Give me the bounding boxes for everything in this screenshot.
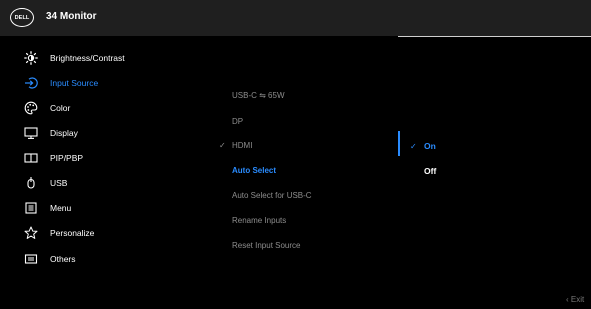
option-rename-inputs[interactable]: Rename Inputs	[232, 216, 286, 225]
on-check-icon: ✓	[410, 142, 417, 151]
hdmi-check-icon: ✓	[219, 141, 226, 150]
menu-item-personalize[interactable]: Personalize	[21, 223, 201, 243]
menu-item-usb[interactable]: USB	[21, 173, 201, 193]
menu-item-label: Input Source	[50, 78, 99, 88]
option-dp[interactable]: DP	[232, 117, 243, 126]
chevron-left-icon: ‹	[566, 295, 569, 304]
usb-power-icon	[21, 173, 41, 193]
color-palette-icon	[21, 98, 41, 118]
dell-logo: DELL	[10, 8, 34, 27]
input-source-icon	[21, 73, 41, 93]
menu-item-input-source[interactable]: Input Source	[21, 73, 201, 93]
menu-item-color[interactable]: Color	[21, 98, 201, 118]
option-reset-input-source[interactable]: Reset Input Source	[232, 241, 300, 250]
menu-icon	[21, 198, 41, 218]
menu-item-menu[interactable]: Menu	[21, 198, 201, 218]
star-icon	[21, 223, 41, 243]
menu-item-label: Others	[50, 254, 76, 264]
menu-item-pip-pbp[interactable]: PIP/PBP	[21, 148, 201, 168]
option-auto-select-usb-c[interactable]: Auto Select for USB-C	[232, 191, 312, 200]
menu-item-label: Menu	[50, 203, 72, 213]
header-divider	[398, 36, 591, 37]
brightness-icon	[21, 48, 41, 68]
page-title: 34 Monitor	[46, 11, 97, 22]
option-on[interactable]: On	[424, 141, 436, 151]
menu-item-display[interactable]: Display	[21, 123, 201, 143]
option-auto-select[interactable]: Auto Select	[232, 166, 276, 175]
option-hdmi[interactable]: HDMI	[232, 141, 252, 150]
menu-item-label: Personalize	[50, 228, 95, 238]
menu-item-label: Color	[50, 103, 71, 113]
osd-header: DELL 34 Monitor	[0, 0, 591, 36]
logo-text: DELL	[14, 14, 30, 21]
menu-item-brightness-contrast[interactable]: Brightness/Contrast	[21, 48, 201, 68]
menu-item-others[interactable]: Others	[21, 249, 201, 269]
menu-item-label: USB	[50, 178, 68, 188]
menu-item-label: Brightness/Contrast	[50, 53, 125, 63]
menu-item-label: PIP/PBP	[50, 153, 84, 163]
submenu-selection-bar	[398, 131, 400, 156]
exit-button[interactable]: ‹ Exit	[566, 295, 584, 304]
exit-label: Exit	[570, 295, 585, 304]
others-icon	[21, 249, 41, 269]
display-monitor-icon	[21, 123, 41, 143]
pip-pbp-icon	[21, 148, 41, 168]
menu-item-label: Display	[50, 128, 78, 138]
option-off[interactable]: Off	[424, 166, 436, 176]
option-usb-c[interactable]: USB-C ⇋ 65W	[232, 91, 285, 100]
